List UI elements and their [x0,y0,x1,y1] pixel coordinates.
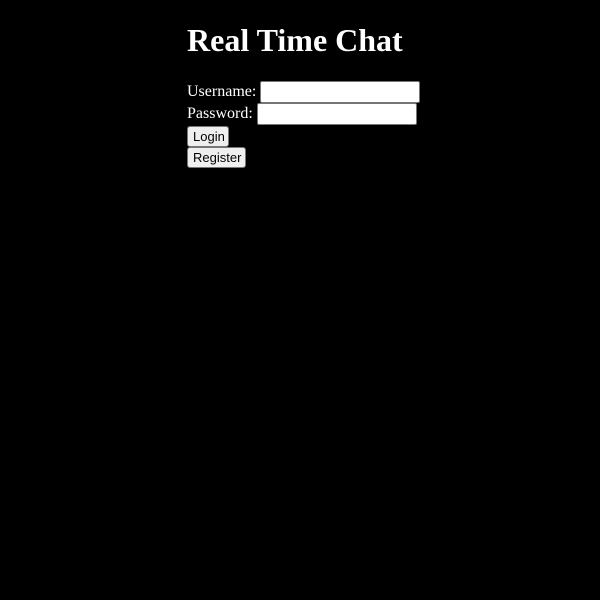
register-button[interactable]: Register [187,147,246,168]
username-label: Username: [187,83,257,100]
username-input[interactable] [260,81,421,103]
username-row: Username: [187,81,421,103]
password-label: Password: [187,105,253,122]
password-input[interactable] [256,103,417,125]
page-title: Real Time Chat [187,22,403,58]
password-row: Password: [187,103,417,125]
login-button[interactable]: Login [187,126,229,147]
